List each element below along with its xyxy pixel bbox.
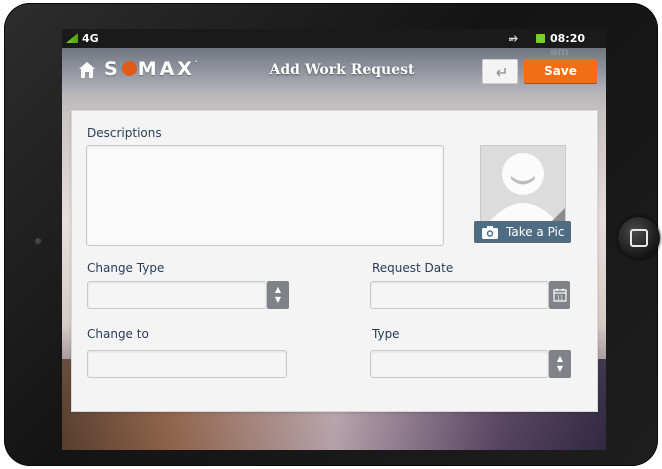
home-icon[interactable]: [78, 61, 96, 79]
front-camera: [35, 238, 41, 244]
usb-icon: ⭌: [509, 31, 518, 44]
chevron-up-icon: ▲: [274, 285, 282, 294]
type-stepper[interactable]: ▲ ▼: [549, 350, 571, 378]
home-hardware-button[interactable]: [618, 217, 660, 259]
change-to-field[interactable]: [87, 350, 287, 378]
chevron-up-icon: ▲: [556, 354, 564, 363]
change-type-stepper[interactable]: ▲ ▼: [267, 281, 289, 309]
calendar-icon: 11: [552, 288, 567, 302]
save-button[interactable]: Save: [524, 59, 597, 83]
chevron-down-icon: ▼: [556, 364, 564, 373]
camera-icon: [482, 225, 498, 239]
change-to-label: Change to: [87, 327, 149, 341]
signal-icon: [66, 33, 78, 43]
back-arrow-icon: [496, 67, 506, 77]
photo-placeholder: [480, 145, 566, 223]
change-type-label: Change Type: [87, 261, 165, 275]
home-square-icon: [630, 229, 648, 247]
battery-icon: [536, 34, 545, 43]
request-date-label: Request Date: [372, 261, 454, 275]
take-pic-label: Take a Pic: [506, 225, 565, 239]
type-select[interactable]: [370, 350, 549, 378]
descriptions-label: Descriptions: [87, 126, 162, 140]
chevron-down-icon: ▼: [274, 295, 282, 304]
app-screen: 4G ⭌ 08:20 am SMAX· Add Work Request Sav…: [62, 29, 606, 450]
type-label: Type: [372, 327, 400, 341]
descriptions-textarea[interactable]: [86, 145, 444, 246]
calendar-day: 11: [556, 296, 563, 302]
page-title: Add Work Request: [269, 62, 415, 78]
status-bar: 4G ⭌ 08:20 am: [62, 29, 606, 58]
take-pic-button[interactable]: Take a Pic: [474, 221, 571, 243]
logo-o-mark: [121, 61, 137, 76]
somax-logo: S MAX·: [104, 58, 198, 80]
calendar-button[interactable]: 11: [549, 281, 570, 309]
person-silhouette-icon: [481, 146, 565, 222]
tablet-frame: 4G ⭌ 08:20 am SMAX· Add Work Request Sav…: [4, 3, 660, 466]
app-header: S MAX· Add Work Request Save: [62, 48, 606, 92]
network-type: 4G: [82, 32, 99, 45]
request-date-field[interactable]: [370, 281, 549, 309]
change-type-select[interactable]: [87, 281, 267, 309]
work-request-form: Descriptions Take a Pic Change Type ▲ ▼ …: [71, 110, 598, 412]
back-button[interactable]: [482, 59, 518, 84]
